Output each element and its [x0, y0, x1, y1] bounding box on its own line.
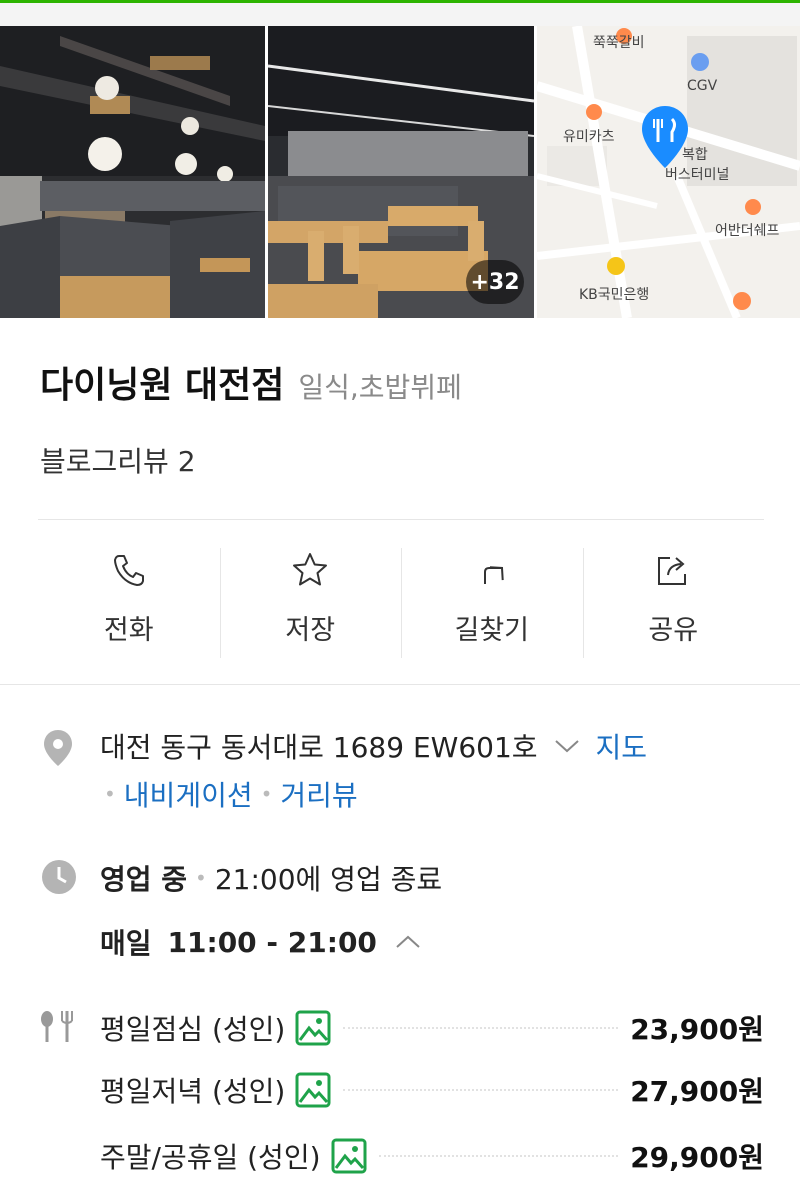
- action-bar: 전화 저장 길찾기 공유: [38, 530, 764, 660]
- chevron-up-icon[interactable]: [393, 932, 423, 952]
- address-text: 대전 동구 동서대로 1689 EW601호: [100, 731, 538, 764]
- menu-item-name: 평일점심 (성인): [100, 1013, 286, 1046]
- separator-dot: •: [104, 782, 116, 806]
- call-label: 전화: [103, 615, 154, 646]
- menu-item-name: 평일저녁 (성인): [100, 1075, 286, 1108]
- daily-label: 매일: [100, 927, 152, 960]
- more-photos-badge[interactable]: +32: [466, 260, 524, 304]
- leader-line: [343, 1089, 619, 1091]
- separator-dot: •: [195, 866, 207, 890]
- menu-item-price: 29,900원: [630, 1141, 764, 1174]
- leader-line: [378, 1155, 619, 1157]
- phone-icon: [113, 555, 144, 586]
- chevron-down-icon[interactable]: [552, 736, 582, 756]
- open-status: 영업 중: [100, 863, 188, 896]
- directions-button[interactable]: 길찾기: [401, 530, 583, 660]
- daily-time: 11:00 - 21:00: [167, 925, 377, 959]
- share-icon: [658, 557, 687, 585]
- address-links: • 내비게이션 • 거리뷰: [96, 774, 358, 814]
- clock-icon: [42, 860, 76, 894]
- image-icon[interactable]: [331, 1138, 367, 1174]
- place-category: 일식,초밥뷔페: [298, 371, 462, 404]
- close-time-text: 21:00에 영업 종료: [214, 863, 443, 896]
- menu-item-name: 주말/공휴일 (성인): [100, 1141, 321, 1174]
- directions-icon: [483, 566, 504, 584]
- share-label: 공유: [648, 615, 699, 646]
- menu-item: 주말/공휴일 (성인) 29,900원: [100, 1134, 764, 1178]
- separator-dot: •: [260, 782, 273, 806]
- restaurant-photo-1[interactable]: [0, 26, 265, 318]
- top-bar: [0, 0, 800, 26]
- navigation-link[interactable]: 내비게이션: [124, 774, 253, 814]
- fork-knife-icon: [41, 1011, 73, 1042]
- divider: [0, 684, 800, 685]
- call-button[interactable]: 전화: [38, 530, 220, 660]
- menu-item-price: 23,900원: [630, 1013, 764, 1046]
- hours-row: 영업 중 • 21:00에 영업 종료: [100, 858, 442, 898]
- location-pin-icon: [44, 730, 72, 766]
- map-label: CGV: [687, 78, 718, 94]
- save-label: 저장: [285, 615, 336, 646]
- title-row: 다이닝원 대전점 일식,초밥뷔페: [40, 356, 462, 408]
- map-label: KB국민은행: [579, 287, 650, 303]
- map-label: 유미카츠: [563, 129, 615, 145]
- address-row: 대전 동구 동서대로 1689 EW601호 지도: [100, 726, 647, 766]
- photo-gallery: +32 쭉쭉갈비 CGV 유미카츠 복합 버스터미널 어반더쉐프 KB국민은행: [0, 26, 800, 318]
- share-button[interactable]: 공유: [582, 530, 765, 660]
- menu-item: 평일점심 (성인) 23,900원: [100, 1006, 764, 1050]
- restaurant-photo-2[interactable]: +32: [268, 26, 534, 318]
- directions-label: 길찾기: [454, 615, 530, 646]
- street-view-link[interactable]: 거리뷰: [280, 774, 357, 814]
- save-button[interactable]: 저장: [219, 530, 402, 660]
- menu-item-price: 27,900원: [630, 1075, 764, 1108]
- divider: [38, 519, 764, 520]
- place-name: 다이닝원 대전점: [40, 365, 285, 406]
- leader-line: [343, 1027, 619, 1029]
- daily-hours-toggle[interactable]: 매일 11:00 - 21:00: [100, 922, 423, 962]
- blog-review-link[interactable]: 블로그리뷰 2: [40, 440, 196, 480]
- map-label: 어반더쉐프: [715, 223, 780, 239]
- menu-item: 평일저녁 (성인) 27,900원: [100, 1068, 764, 1112]
- image-icon[interactable]: [295, 1072, 331, 1108]
- image-icon[interactable]: [295, 1010, 331, 1046]
- map-link[interactable]: 지도: [596, 726, 648, 766]
- star-icon: [293, 553, 328, 586]
- map-pin-icon: [642, 106, 688, 168]
- map-thumbnail[interactable]: 쭉쭉갈비 CGV 유미카츠 복합 버스터미널 어반더쉐프 KB국민은행: [537, 26, 800, 318]
- map-label: 쭉쭉갈비: [593, 35, 645, 51]
